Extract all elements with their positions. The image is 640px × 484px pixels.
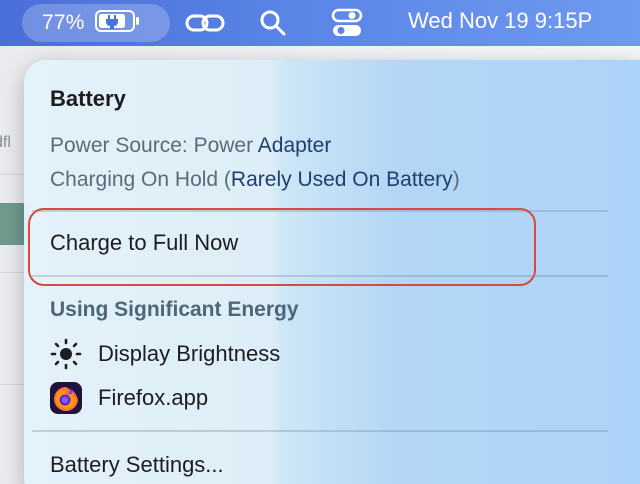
sun-icon — [50, 338, 82, 370]
battery-charging-icon — [94, 9, 141, 38]
power-source-value: Adapter — [257, 134, 332, 157]
menu-bar: 77% Wed Nov 19 9:15P — [0, 0, 640, 46]
menu-divider — [32, 430, 608, 432]
app-row-label: Display Brightness — [98, 341, 281, 366]
battery-popover: Battery Power Source: Power Adapter Char… — [24, 60, 640, 484]
charging-status-label: Charging On Hold ( — [50, 168, 231, 191]
battery-menu-extra[interactable]: 77% — [22, 4, 170, 42]
charging-status-suffix: ) — [452, 168, 460, 191]
menu-bar-clock[interactable]: Wed Nov 19 9:15P — [408, 8, 592, 34]
background-tab-fragment: dfl — [0, 134, 11, 151]
battery-settings-item[interactable]: Battery Settings... — [50, 452, 224, 478]
app-row-firefox[interactable]: Firefox.app — [50, 382, 208, 414]
menu-divider — [32, 275, 608, 277]
app-row-label: Firefox.app — [98, 385, 209, 410]
charging-status-value: Rarely Used On Battery — [230, 168, 453, 191]
charging-status-line: Charging On Hold (Rarely Used On Battery… — [50, 168, 460, 192]
battery-percentage: 77% — [42, 11, 85, 34]
link-icon[interactable] — [184, 9, 226, 42]
power-source-label: Power Source: Power — [50, 134, 258, 157]
firefox-icon — [50, 382, 82, 414]
control-center-icon[interactable] — [330, 6, 364, 45]
app-row-display-brightness[interactable]: Display Brightness — [50, 338, 280, 370]
search-icon[interactable] — [258, 8, 288, 43]
popover-title: Battery — [50, 86, 126, 111]
significant-energy-heading: Using Significant Energy — [50, 298, 299, 321]
power-source-line: Power Source: Power Adapter — [50, 134, 331, 158]
